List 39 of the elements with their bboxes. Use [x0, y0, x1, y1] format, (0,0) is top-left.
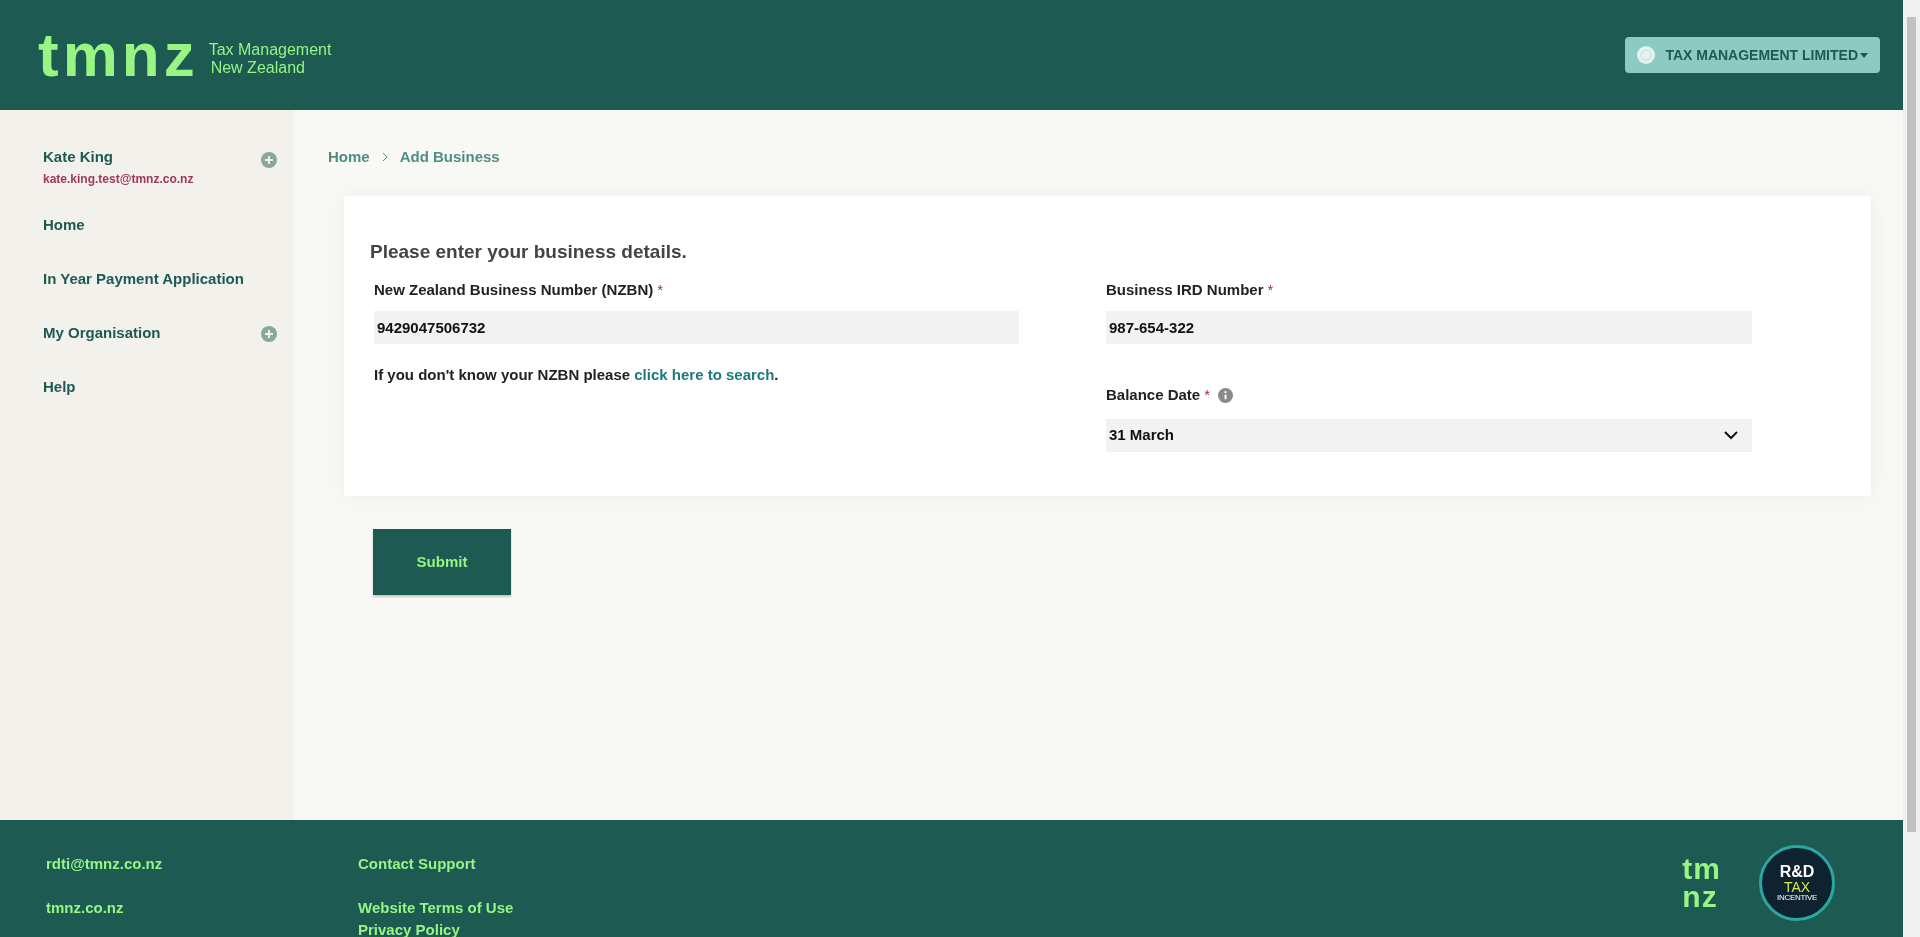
footer-link[interactable]: Contact Support: [358, 855, 514, 873]
footer-logo: tm nz: [1682, 855, 1721, 915]
breadcrumb-link[interactable]: Home: [328, 146, 370, 169]
scrollbar[interactable]: [1903, 0, 1920, 937]
info-icon[interactable]: [1218, 387, 1234, 403]
caret-icon: [1860, 52, 1868, 58]
plus-icon[interactable]: [261, 152, 277, 168]
nav-link[interactable]: Home: [43, 214, 85, 237]
field-label: Business IRD Number: [1106, 279, 1264, 300]
nav-link[interactable]: My Organisation: [43, 322, 161, 345]
chevron-right-icon: [381, 152, 388, 163]
footer-link[interactable]: tmnz.co.nz: [46, 899, 358, 917]
submit-button[interactable]: Submit: [373, 529, 511, 595]
nav-link[interactable]: Help: [43, 376, 76, 399]
logo-tagline: New Zealand: [209, 59, 306, 77]
input-field[interactable]: 987-654-322: [1106, 311, 1752, 344]
footer-link[interactable]: Website Terms of Use: [358, 899, 514, 917]
input-field[interactable]: 9429047506732: [374, 311, 1019, 344]
rd-tax-incentive-badge: R&D TAX INCENTIVE: [1759, 845, 1835, 921]
logo-tagline: Tax Management: [208, 41, 332, 59]
user-name: Kate King: [43, 147, 114, 167]
nzbn-hint: If you don't know your NZBN please click here to search.: [374, 365, 780, 385]
logo[interactable]: tmnz: [38, 24, 199, 86]
footer-link[interactable]: rdti@tmnz.co.nz: [46, 855, 358, 873]
organisation-menu-button[interactable]: TAX MANAGEMENT LIMITED: [1625, 37, 1880, 73]
globe-icon: [1637, 46, 1656, 64]
field-label: New Zealand Business Number (NZBN): [374, 279, 654, 300]
required-mark: *: [1267, 279, 1274, 300]
field-label: Balance Date: [1106, 384, 1201, 405]
breadcrumb-link[interactable]: Add Business: [399, 146, 500, 169]
nav-link[interactable]: In Year Payment Application: [43, 268, 244, 291]
form-title: Please enter your business details.: [370, 239, 688, 264]
search-link[interactable]: click here to search: [634, 366, 775, 383]
plus-icon[interactable]: [261, 325, 277, 342]
balance-date-select[interactable]: 31 March: [1106, 419, 1752, 452]
required-mark: *: [657, 279, 664, 300]
chevron-down-icon: [1724, 431, 1738, 440]
user-email: kate.king.test@tmnz.co.nz: [43, 170, 194, 188]
required-mark: *: [1204, 384, 1211, 405]
